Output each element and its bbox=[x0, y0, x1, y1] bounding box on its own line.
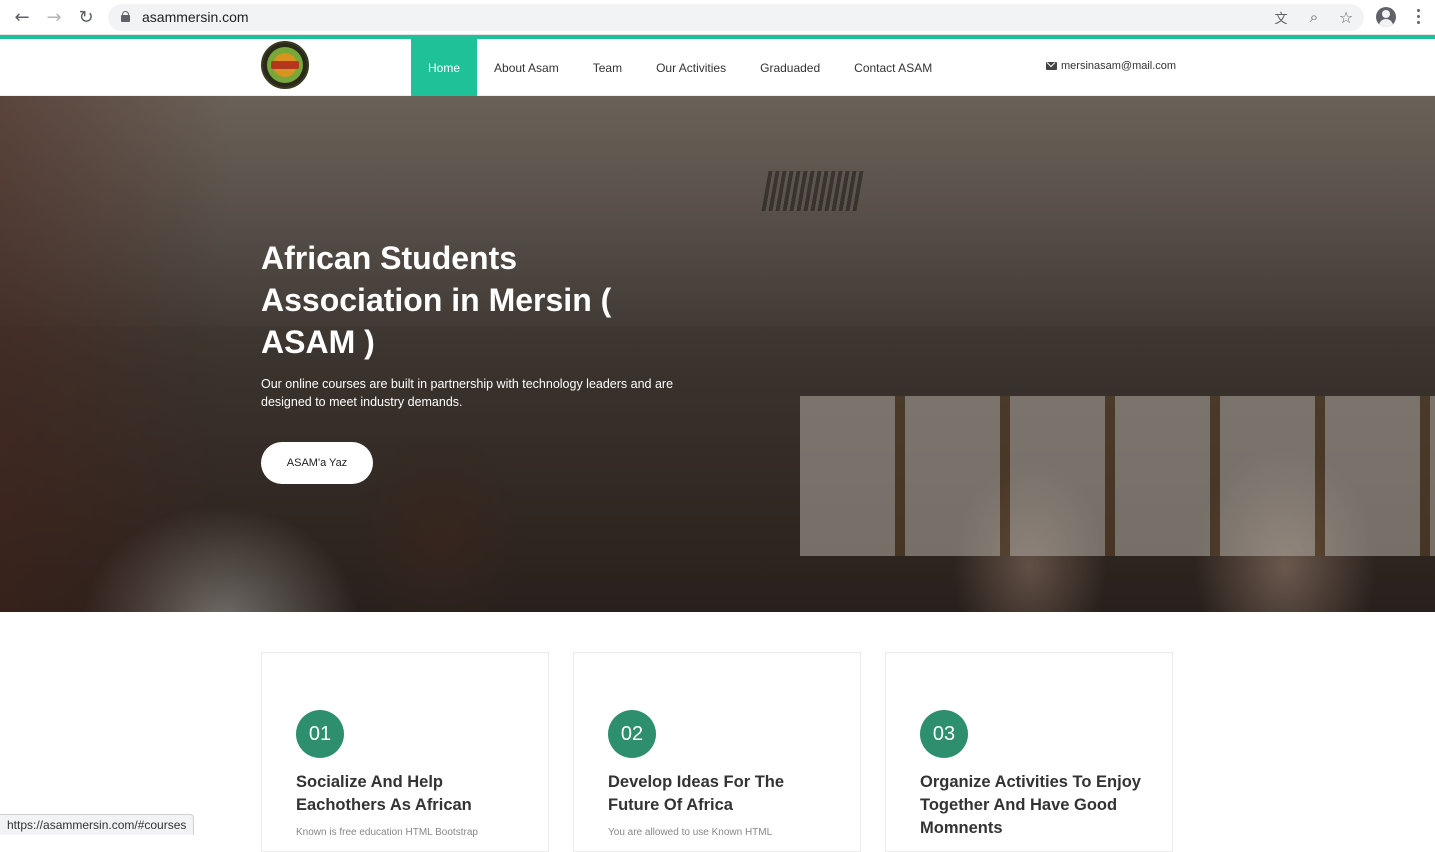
reload-icon[interactable]: ↻ bbox=[74, 6, 98, 28]
browser-toolbar: ← → ↻ asammersin.com 文 ⌕ ☆ bbox=[0, 0, 1435, 35]
card-number-badge: 01 bbox=[296, 710, 344, 758]
menu-icon[interactable] bbox=[1410, 9, 1426, 27]
feature-card: 01 Socialize And Help Eachothers As Afri… bbox=[261, 652, 549, 852]
lock-icon[interactable] bbox=[121, 11, 130, 22]
card-text: Known is free education HTML Bootstrap bbox=[296, 827, 478, 838]
feature-card: 03 Organize Activities To Enjoy Together… bbox=[885, 652, 1173, 852]
hero-subtitle: Our online courses are built in partners… bbox=[261, 377, 674, 409]
card-title[interactable]: Socialize And Help Eachothers As African bbox=[296, 771, 526, 817]
main-nav: Home About Asam Team Our Activities Grad… bbox=[411, 39, 949, 96]
url-text[interactable]: asammersin.com bbox=[142, 9, 249, 25]
hero-banner: African Students Association in Mersin (… bbox=[0, 96, 1435, 612]
hero-title: African Students Association in Mersin (… bbox=[261, 240, 612, 360]
forward-icon[interactable]: → bbox=[42, 6, 66, 28]
nav-home[interactable]: Home bbox=[411, 39, 478, 96]
translate-icon[interactable]: 文 bbox=[1271, 7, 1291, 27]
nav-graduaded[interactable]: Graduaded bbox=[743, 39, 837, 96]
link-status-tooltip: https://asammersin.com/#courses bbox=[0, 814, 195, 835]
back-icon[interactable]: ← bbox=[10, 6, 34, 28]
feature-card: 02 Develop Ideas For The Future Of Afric… bbox=[573, 652, 861, 852]
address-bar[interactable]: asammersin.com 文 ⌕ ☆ bbox=[108, 4, 1364, 31]
site-header: Home About Asam Team Our Activities Grad… bbox=[0, 39, 1435, 96]
card-number-badge: 03 bbox=[920, 710, 968, 758]
hero-cta-button[interactable]: ASAM'a Yaz bbox=[261, 442, 373, 484]
card-text: You are allowed to use Known HTML bbox=[608, 827, 773, 838]
profile-icon[interactable] bbox=[1376, 7, 1396, 27]
nav-contact-asam[interactable]: Contact ASAM bbox=[837, 39, 949, 96]
card-title[interactable]: Organize Activities To Enjoy Together An… bbox=[920, 771, 1150, 840]
header-email-link[interactable]: mersinasam@mail.com bbox=[1046, 60, 1176, 72]
nav-about-asam[interactable]: About Asam bbox=[477, 39, 576, 96]
star-icon[interactable]: ☆ bbox=[1336, 7, 1356, 27]
card-title[interactable]: Develop Ideas For The Future Of Africa bbox=[608, 771, 838, 817]
hero-overlay bbox=[0, 96, 1435, 612]
card-number-badge: 02 bbox=[608, 710, 656, 758]
nav-team[interactable]: Team bbox=[576, 39, 639, 96]
nav-our-activities[interactable]: Our Activities bbox=[639, 39, 743, 96]
zoom-icon[interactable]: ⌕ bbox=[1304, 7, 1324, 27]
asam-logo[interactable] bbox=[261, 41, 309, 89]
header-email-text[interactable]: mersinasam@mail.com bbox=[1061, 60, 1176, 72]
envelope-icon bbox=[1046, 62, 1057, 70]
